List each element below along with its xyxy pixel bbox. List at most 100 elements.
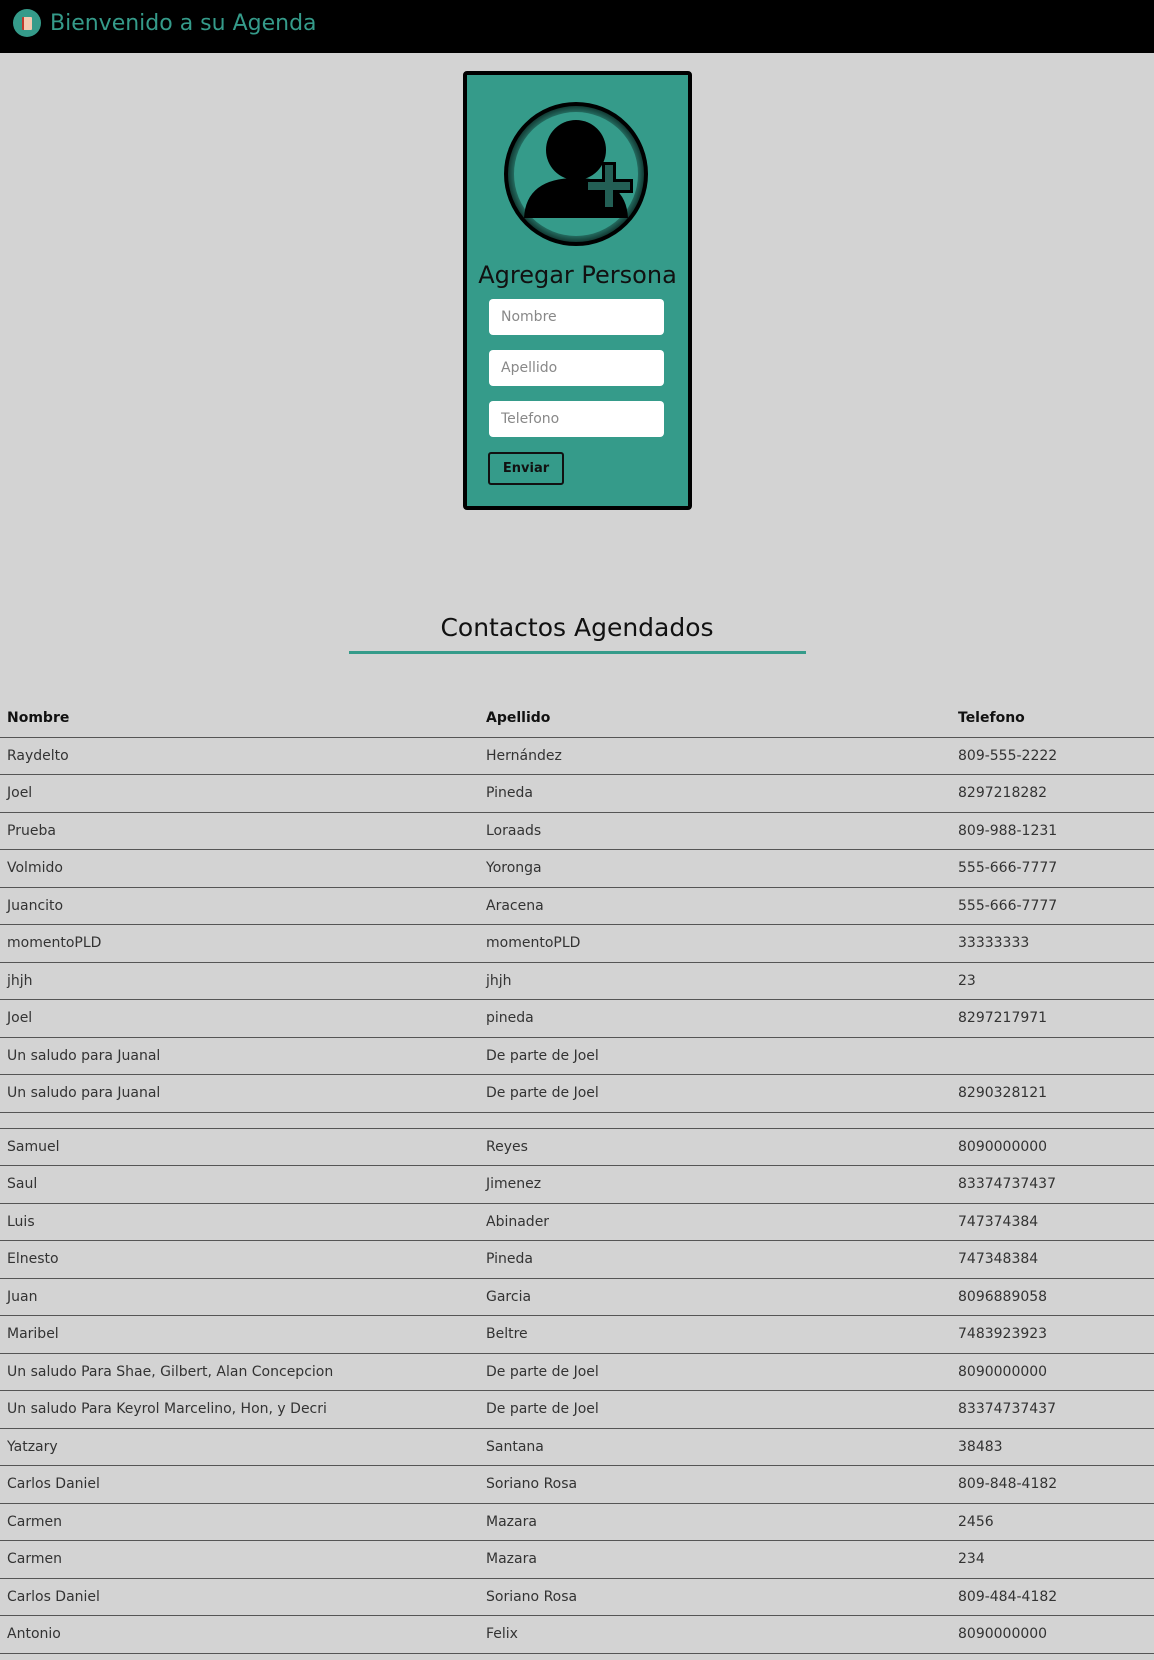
cell-apellido: momentoPLD [479, 924, 951, 963]
cell-telefono: 8090000000 [951, 1615, 1154, 1654]
cell-apellido: De parte de Joel [479, 1074, 951, 1113]
cell-telefono: 33333333 [951, 924, 1154, 963]
table-header-row: Nombre Apellido Telefono [0, 700, 1154, 738]
cell-apellido: Pineda [479, 774, 951, 813]
table-row: jhjh jhjh 23 [0, 962, 1154, 1000]
contacts-table: Nombre Apellido Telefono Raydelto Hernánd… [0, 700, 1154, 1654]
cell-apellido: Beltre [479, 1315, 951, 1354]
cell-apellido: Aracena [479, 887, 951, 925]
cell-nombre: Volmido [0, 849, 479, 888]
cell-telefono: 809-848-4182 [951, 1465, 1154, 1504]
cell-apellido: Felix [479, 1615, 951, 1654]
cell-telefono: 83374737437 [951, 1165, 1154, 1204]
cell-telefono: 38483 [951, 1428, 1154, 1466]
table-row: Yatzary Santana 38483 [0, 1428, 1154, 1466]
table-row: Carmen Mazara 2456 [0, 1503, 1154, 1541]
cell-nombre: Carmen [0, 1540, 479, 1579]
cell-nombre: Carmen [0, 1503, 479, 1541]
cell-apellido: De parte de Joel [479, 1037, 951, 1075]
cell-apellido: De parte de Joel [479, 1353, 951, 1391]
cell-apellido: pineda [479, 999, 951, 1038]
cell-telefono: 809-484-4182 [951, 1578, 1154, 1616]
table-row: Juan Garcia 8096889058 [0, 1278, 1154, 1316]
table-row: Volmido Yoronga 555-666-7777 [0, 849, 1154, 888]
cell-apellido: Soriano Rosa [479, 1578, 951, 1616]
telefono-input[interactable] [489, 401, 664, 437]
table-row: Joel pineda 8297217971 [0, 999, 1154, 1038]
table-row: Maribel Beltre 7483923923 [0, 1315, 1154, 1354]
cell-nombre: Raydelto [0, 737, 479, 775]
table-row: Un saludo para Juanal De parte de Joel [0, 1037, 1154, 1075]
table-row: Antonio Felix 8090000000 [0, 1615, 1154, 1654]
column-header-nombre: Nombre [0, 700, 479, 738]
cell-apellido: Reyes [479, 1128, 951, 1166]
cell-apellido: Pineda [479, 1240, 951, 1279]
nombre-input[interactable] [489, 299, 664, 335]
cell-telefono: 809-555-2222 [951, 737, 1154, 775]
cell-apellido: Soriano Rosa [479, 1465, 951, 1504]
cell-apellido [479, 1112, 951, 1129]
table-row: Joel Pineda 8297218282 [0, 774, 1154, 813]
apellido-input[interactable] [489, 350, 664, 386]
cell-nombre: Joel [0, 999, 479, 1038]
cell-nombre: Prueba [0, 812, 479, 850]
table-row: Elnesto Pineda 747348384 [0, 1240, 1154, 1279]
cell-telefono: 747348384 [951, 1240, 1154, 1279]
cell-apellido: De parte de Joel [479, 1390, 951, 1429]
cell-apellido: Jimenez [479, 1165, 951, 1204]
cell-nombre: Un saludo Para Shae, Gilbert, Alan Conce… [0, 1353, 479, 1391]
cell-nombre: Carlos Daniel [0, 1465, 479, 1504]
cell-nombre: jhjh [0, 962, 479, 1000]
cell-nombre [0, 1112, 479, 1129]
cell-nombre: Un saludo Para Keyrol Marcelino, Hon, y … [0, 1390, 479, 1429]
cell-telefono: 8297218282 [951, 774, 1154, 813]
cell-apellido: jhjh [479, 962, 951, 1000]
cell-telefono: 234 [951, 1540, 1154, 1579]
cell-nombre: Maribel [0, 1315, 479, 1354]
cell-nombre: Joel [0, 774, 479, 813]
cell-telefono: 8090000000 [951, 1353, 1154, 1391]
cell-telefono: 555-666-7777 [951, 887, 1154, 925]
cell-telefono [951, 1112, 1154, 1129]
table-row: Un saludo Para Keyrol Marcelino, Hon, y … [0, 1390, 1154, 1429]
table-row: momentoPLD momentoPLD 33333333 [0, 924, 1154, 963]
cell-telefono: 555-666-7777 [951, 849, 1154, 888]
table-row: Carlos Daniel Soriano Rosa 809-484-4182 [0, 1578, 1154, 1616]
cell-apellido: Mazara [479, 1540, 951, 1579]
table-row: Saul Jimenez 83374737437 [0, 1165, 1154, 1204]
cell-telefono: 747374384 [951, 1203, 1154, 1241]
cell-nombre: Yatzary [0, 1428, 479, 1466]
cell-telefono: 809-988-1231 [951, 812, 1154, 850]
cell-apellido: Loraads [479, 812, 951, 850]
table-row: Raydelto Hernández 809-555-2222 [0, 737, 1154, 775]
cell-telefono: 23 [951, 962, 1154, 1000]
table-row: Juancito Aracena 555-666-7777 [0, 887, 1154, 925]
add-person-form: Agregar Persona Enviar [463, 71, 692, 510]
table-row: Un saludo Para Shae, Gilbert, Alan Conce… [0, 1353, 1154, 1391]
column-header-telefono: Telefono [951, 700, 1154, 738]
cell-nombre: Juancito [0, 887, 479, 925]
enviar-button[interactable]: Enviar [488, 452, 564, 485]
title-divider [349, 651, 806, 654]
cell-telefono: 2456 [951, 1503, 1154, 1541]
table-row: Carlos Daniel Soriano Rosa 809-848-4182 [0, 1465, 1154, 1504]
cell-telefono: 7483923923 [951, 1315, 1154, 1354]
add-user-icon [504, 102, 648, 246]
table-row [0, 1112, 1154, 1129]
cell-apellido: Santana [479, 1428, 951, 1466]
cell-apellido: Mazara [479, 1503, 951, 1541]
table-row: Un saludo para Juanal De parte de Joel 829… [0, 1074, 1154, 1113]
agenda-book-icon [13, 9, 41, 37]
form-title: Agregar Persona [478, 261, 677, 289]
cell-nombre: Elnesto [0, 1240, 479, 1279]
cell-apellido: Garcia [479, 1278, 951, 1316]
cell-nombre: Carlos Daniel [0, 1578, 479, 1616]
cell-nombre: Saul [0, 1165, 479, 1204]
cell-telefono: 83374737437 [951, 1390, 1154, 1429]
cell-telefono: 8090000000 [951, 1128, 1154, 1166]
cell-apellido: Hernández [479, 737, 951, 775]
cell-apellido: Yoronga [479, 849, 951, 888]
cell-telefono: 8096889058 [951, 1278, 1154, 1316]
app-title: Bienvenido a su Agenda [50, 11, 317, 36]
table-row: Carmen Mazara 234 [0, 1540, 1154, 1579]
